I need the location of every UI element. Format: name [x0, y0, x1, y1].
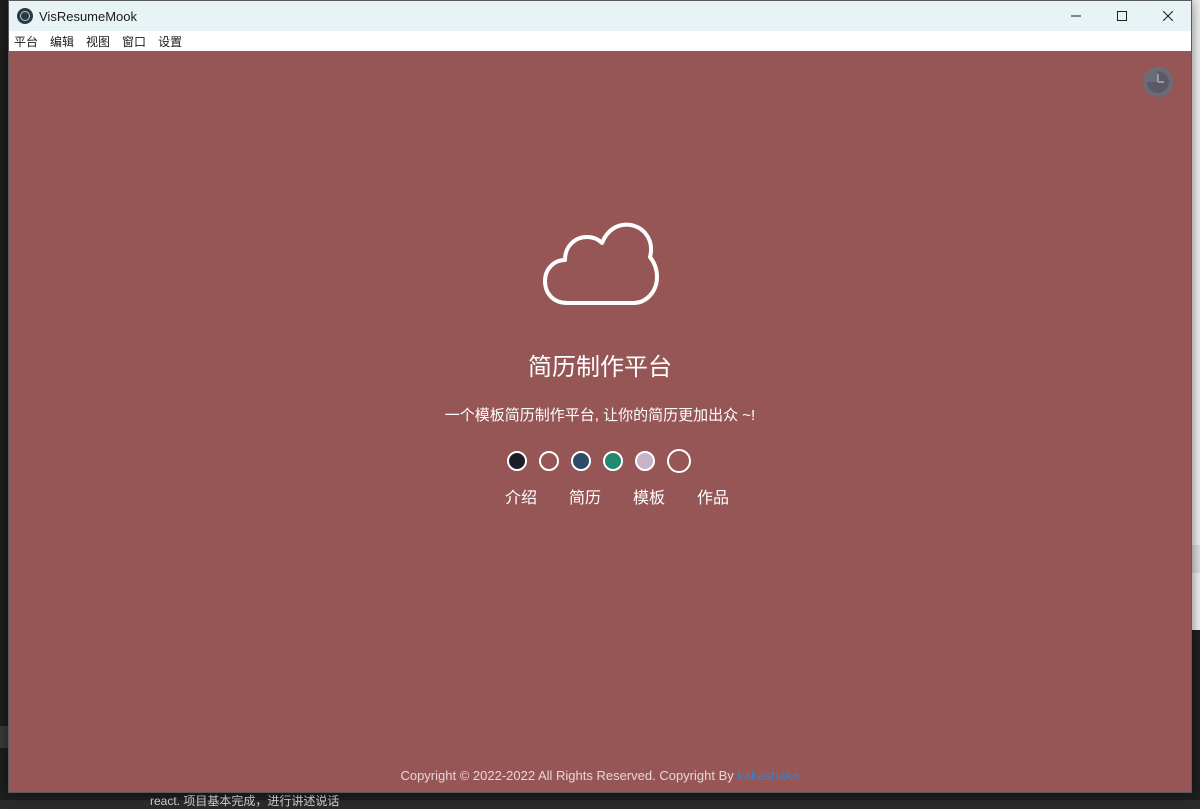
nav-works[interactable]: 作品	[681, 484, 745, 508]
clock-icon	[1145, 69, 1171, 95]
background-highlight	[0, 726, 8, 748]
maximize-button[interactable]	[1099, 1, 1145, 31]
page-subtitle: 一个模板简历制作平台, 让你的简历更加出众 ~!	[444, 407, 756, 424]
main-nav: 介绍 简历 模板 作品	[489, 484, 745, 508]
maximize-icon	[1117, 11, 1127, 21]
menu-bar: 平台 编辑 视图 窗口 设置	[9, 31, 1191, 51]
theme-swatch-dark[interactable]	[507, 451, 527, 471]
menu-settings[interactable]: 设置	[158, 33, 182, 50]
theme-color-picker	[507, 449, 691, 473]
theme-toggle-button[interactable]	[1143, 67, 1173, 97]
main-content: 简历制作平台 一个模板简历制作平台, 让你的简历更加出众 ~! 介绍 简历 模板…	[9, 51, 1191, 792]
footer-author-link[interactable]: kakashake	[737, 768, 799, 783]
page-title: 简历制作平台	[528, 354, 672, 381]
minimize-icon	[1071, 15, 1081, 17]
nav-intro[interactable]: 介绍	[489, 484, 553, 508]
title-bar[interactable]: VisResumeMook	[9, 1, 1191, 31]
background-separator	[1192, 545, 1200, 573]
theme-swatch-lilac[interactable]	[635, 451, 655, 471]
close-icon	[1163, 11, 1173, 21]
electron-app-icon	[17, 8, 33, 24]
menu-edit[interactable]: 编辑	[50, 33, 74, 50]
footer: Copyright © 2022-2022 All Rights Reserve…	[9, 768, 1191, 783]
background-window-right	[1192, 0, 1200, 630]
theme-swatch-navy[interactable]	[571, 451, 591, 471]
theme-swatch-selected[interactable]	[667, 449, 691, 473]
footer-copyright: Copyright © 2022-2022 All Rights Reserve…	[400, 768, 738, 783]
nav-resume[interactable]: 简历	[553, 484, 617, 508]
window-title: VisResumeMook	[39, 8, 138, 24]
menu-platform[interactable]: 平台	[14, 33, 38, 50]
background-text: react. 项目基本完成，进行讲述说话	[150, 794, 340, 808]
theme-swatch-green[interactable]	[603, 451, 623, 471]
background-window-left	[0, 50, 8, 800]
menu-view[interactable]: 视图	[86, 33, 110, 50]
nav-templates[interactable]: 模板	[617, 484, 681, 508]
cloud-icon	[543, 222, 659, 305]
app-window: VisResumeMook 平台 编辑 视图 窗口 设置 简历制作平台 一个模板…	[8, 0, 1192, 793]
window-controls	[1053, 1, 1191, 31]
menu-window[interactable]: 窗口	[122, 33, 146, 50]
close-button[interactable]	[1145, 1, 1191, 31]
minimize-button[interactable]	[1053, 1, 1099, 31]
theme-swatch-maroon[interactable]	[539, 451, 559, 471]
